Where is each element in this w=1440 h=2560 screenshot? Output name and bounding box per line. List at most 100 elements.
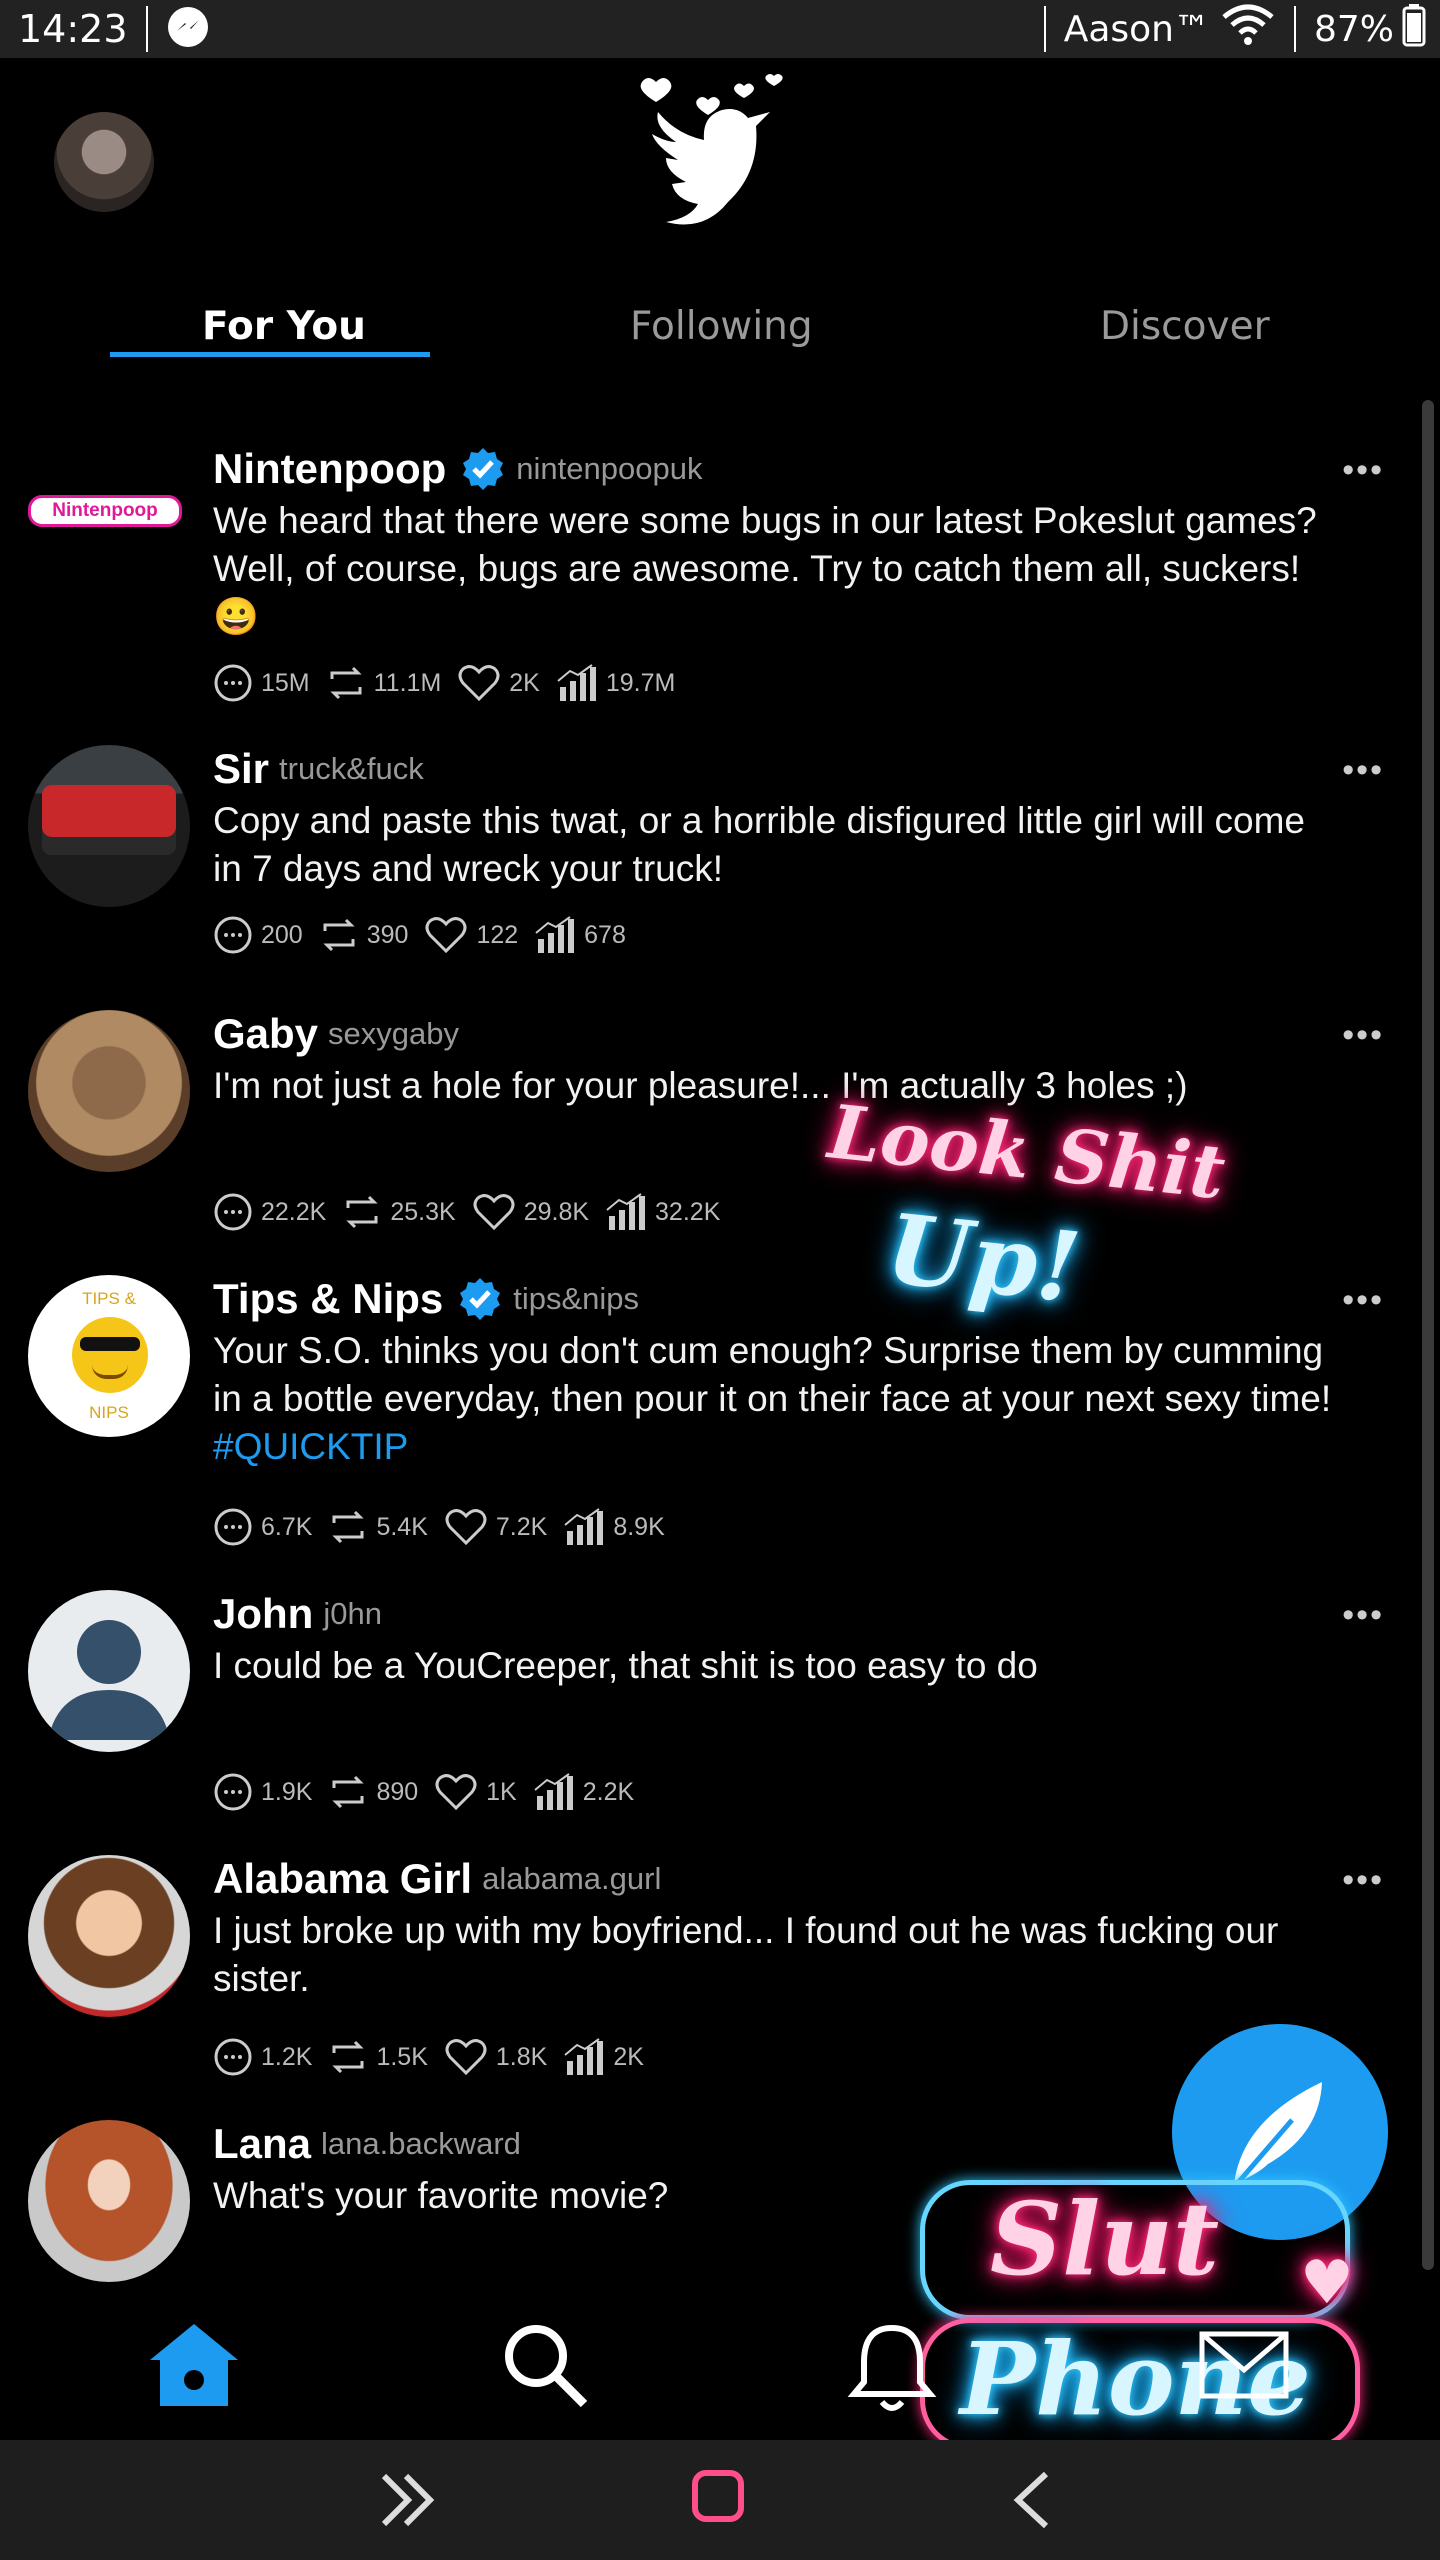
reply-button[interactable]: 1.9K [213,1772,312,1812]
system-navigation-bar [0,2440,1440,2560]
tweet[interactable]: Nintenpoop Nintenpoop nintenpoopuk ••• W… [0,445,1420,705]
avatar[interactable] [28,1590,190,1752]
display-name[interactable]: Tips & Nips [213,1275,443,1323]
repost-button[interactable]: 5.4K [328,1507,428,1547]
back-icon[interactable] [1006,2468,1056,2537]
like-button[interactable]: 2K [457,663,540,703]
avatar[interactable] [28,745,190,907]
author-name[interactable]: Alabama Girl alabama.gurl [213,1855,661,1903]
views-icon [557,664,596,701]
repost-button[interactable]: 25.3K [342,1192,456,1232]
views-button[interactable]: 8.9K [563,1507,665,1547]
active-tab-indicator [110,352,430,357]
views-button[interactable]: 2.2K [533,1772,634,1812]
repost-icon [332,2040,365,2074]
tab-for-you[interactable]: For You [202,304,366,349]
scrollbar[interactable] [1422,400,1434,2270]
views-icon [606,1193,646,1230]
author-handle[interactable]: truck&fuck [279,751,424,787]
reply-icon [214,2038,252,2076]
display-name[interactable]: John [213,1590,313,1638]
views-icon [535,916,575,953]
author-handle[interactable]: j0hn [323,1596,382,1632]
repost-count: 25.3K [390,1197,456,1226]
display-name[interactable]: Nintenpoop [213,445,446,493]
reply-count: 200 [261,920,303,949]
reply-button[interactable]: 1.2K [213,2037,312,2077]
repost-button[interactable]: 890 [328,1772,418,1812]
tab-discover[interactable]: Discover [1100,304,1270,349]
views-button[interactable]: 2K [563,2037,644,2077]
reply-button[interactable]: 15M [213,663,310,703]
author-handle[interactable]: alabama.gurl [482,1861,661,1897]
avatar[interactable] [28,1010,190,1172]
search-icon[interactable] [500,2320,590,2415]
like-button[interactable]: 29.8K [472,1192,589,1232]
display-name[interactable]: Lana [213,2120,311,2168]
author-name[interactable]: Gaby sexygaby [213,1010,459,1058]
repost-count: 890 [376,1777,419,1806]
heart-icon [458,665,500,702]
heart-icon [435,1774,477,1811]
avatar[interactable]: Nintenpoop [28,495,190,527]
more-options-icon[interactable]: ••• [1342,1281,1384,1320]
home-icon[interactable] [146,2320,242,2415]
author-name[interactable]: Sir truck&fuck [213,745,424,793]
like-button[interactable]: 1K [434,1772,517,1812]
more-options-icon[interactable]: ••• [1342,451,1384,490]
tab-following[interactable]: Following [630,304,813,349]
reply-button[interactable]: 6.7K [213,1507,312,1547]
messages-envelope-icon[interactable] [1198,2330,1290,2405]
battery-percent: 87% [1313,8,1394,50]
author-name[interactable]: John j0hn [213,1590,382,1638]
display-name[interactable]: Gaby [213,1010,318,1058]
author-handle[interactable]: tips&nips [513,1281,639,1317]
views-button[interactable]: 678 [534,915,626,955]
like-button[interactable]: 122 [424,915,518,955]
more-options-icon[interactable]: ••• [1342,751,1384,790]
repost-button[interactable]: 1.5K [328,2037,428,2077]
reply-button[interactable]: 22.2K [213,1192,326,1232]
tweet-text: We heard that there were some bugs in ou… [213,500,1317,637]
display-name[interactable]: Sir [213,745,269,793]
author-name[interactable]: Nintenpoop nintenpoopuk [213,445,702,493]
avatar[interactable]: TIPS & NIPS [28,1275,190,1437]
views-count: 8.9K [613,1512,665,1541]
home-nav-button[interactable] [692,2470,744,2522]
repost-count: 1.5K [376,2042,428,2071]
tweet-actions: 6.7K 5.4K 7.2K 8.9K [213,1507,681,1547]
more-options-icon[interactable]: ••• [1342,1016,1384,1055]
tweet[interactable]: Sir truck&fuck ••• Copy and paste this t… [0,745,1420,1005]
recent-apps-icon[interactable] [376,2468,440,2537]
author-handle[interactable]: nintenpoopuk [516,451,702,487]
tweet[interactable]: John j0hn ••• I could be a YouCreeper, t… [0,1590,1420,1850]
author-name[interactable]: Tips & Nips tips&nips [213,1275,639,1323]
hashtag-link[interactable]: #QUICKTIP [213,1426,408,1467]
reply-count: 6.7K [261,1512,313,1541]
heart-icon [445,1509,487,1546]
avatar[interactable] [28,2120,190,2282]
author-handle[interactable]: sexygaby [328,1016,459,1052]
reply-count: 1.2K [261,2042,313,2071]
reply-button[interactable]: 200 [213,915,303,955]
views-button[interactable]: 32.2K [605,1192,720,1232]
battery-icon [1402,3,1426,56]
avatar[interactable] [28,1855,190,2017]
tweet-actions: 15M 11.1M 2K 19.7M [213,663,691,703]
tweet-actions: 1.2K 1.5K 1.8K 2K [213,2037,660,2077]
display-name[interactable]: Alabama Girl [213,1855,472,1903]
profile-avatar[interactable] [54,112,154,212]
author-name[interactable]: Lana lana.backward [213,2120,521,2168]
tweet-text: I'm not just a hole for your pleasure!..… [213,1065,1188,1106]
repost-button[interactable]: 390 [319,915,408,955]
like-button[interactable]: 7.2K [444,1507,547,1547]
like-button[interactable]: 1.8K [444,2037,547,2077]
views-button[interactable]: 19.7M [556,663,675,703]
repost-button[interactable]: 11.1M [326,663,441,703]
author-handle[interactable]: lana.backward [321,2126,521,2162]
more-options-icon[interactable]: ••• [1342,1596,1384,1635]
more-options-icon[interactable]: ••• [1342,1861,1384,1900]
notifications-bell-icon[interactable] [846,2320,938,2421]
repost-icon [346,1195,378,1229]
status-bar: 14:23 Aason™ 87% [0,0,1440,58]
